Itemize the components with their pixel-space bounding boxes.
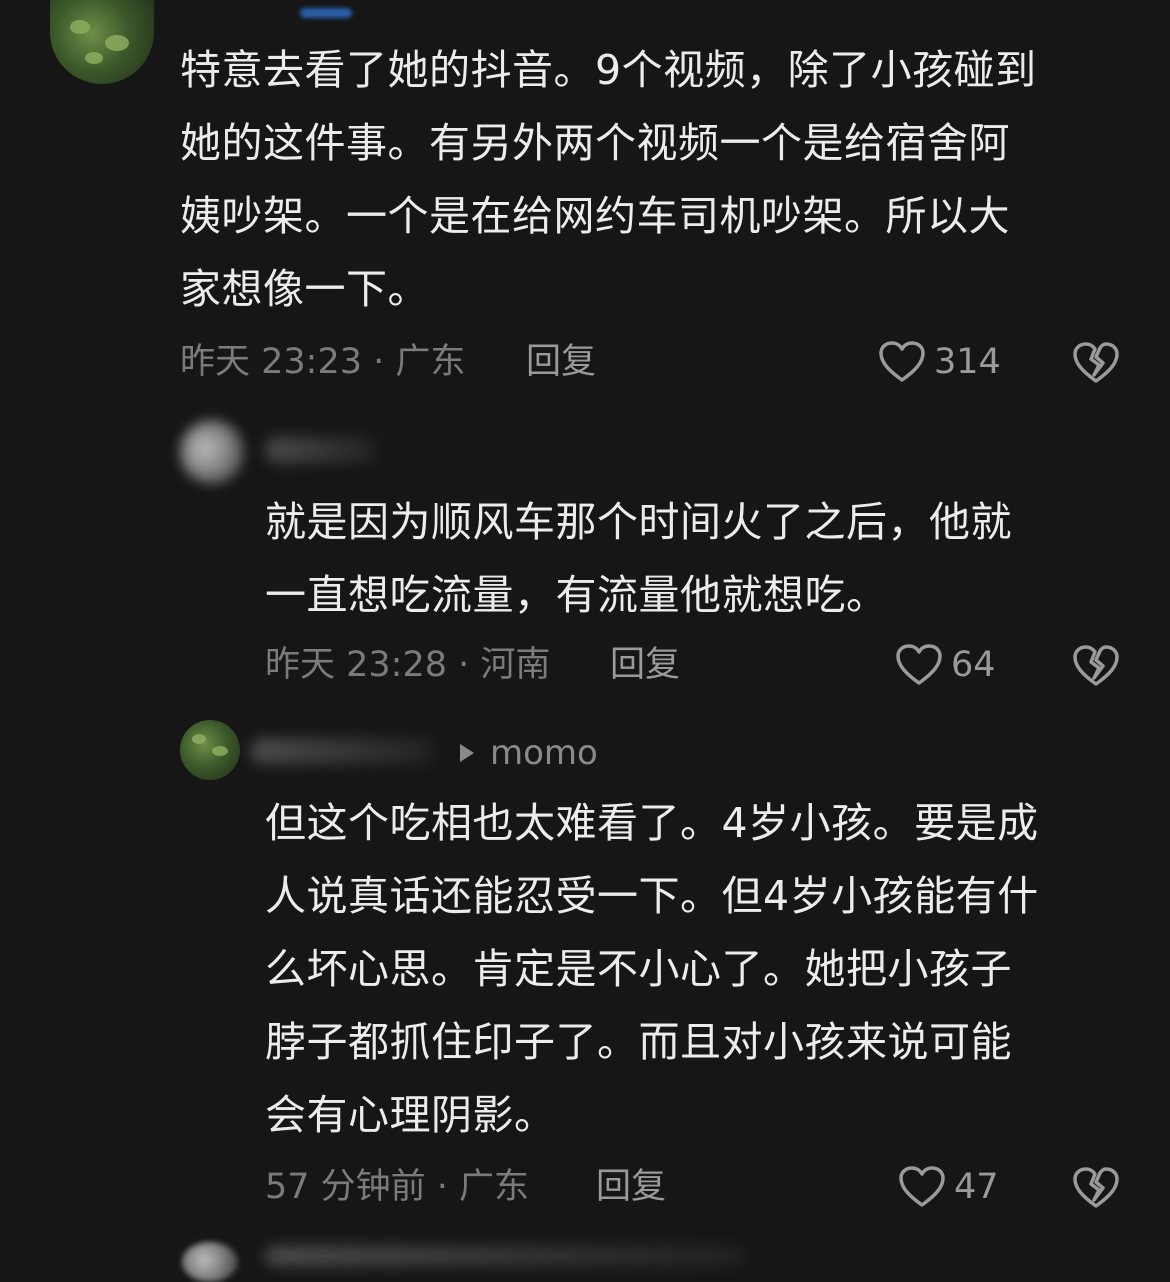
reply-button[interactable]: 回复 (596, 1165, 666, 1209)
reply-to-username[interactable]: momo (490, 731, 598, 775)
blurred-username[interactable] (250, 738, 435, 764)
avatar[interactable] (180, 420, 244, 484)
comment-text: 但这个吃相也太难看了。4岁小孩。要是成 人说真话还能忍受一下。但4岁小孩能有什 … (265, 799, 1039, 1139)
like-button[interactable]: 47 (898, 1165, 999, 1209)
comment-text: 就是因为顺风车那个时间火了之后，他就 一直想吃流量，有流量他就想吃。 (265, 498, 1012, 619)
comment-meta: 昨天 23:28 · 河南 (265, 645, 551, 685)
next-comment-avatar[interactable] (182, 1242, 238, 1282)
like-count: 314 (934, 342, 1001, 382)
broken-heart-icon[interactable] (1072, 339, 1120, 385)
like-count: 47 (954, 1167, 999, 1207)
like-button[interactable]: 64 (895, 643, 996, 687)
heart-outline-icon (899, 1166, 945, 1207)
reply-arrow-icon (460, 744, 474, 762)
blurred-username[interactable] (265, 437, 377, 463)
blurred-username-fragment (300, 8, 352, 18)
broken-heart-icon[interactable] (1072, 642, 1120, 688)
like-button[interactable]: 314 (878, 340, 1001, 384)
comment-meta: 57 分钟前 · 广东 (265, 1167, 530, 1207)
reply-button[interactable]: 回复 (610, 643, 680, 687)
broken-heart-icon[interactable] (1072, 1164, 1120, 1210)
heart-outline-icon (896, 644, 942, 685)
comment-meta: 昨天 23:23 · 广东 (180, 342, 466, 382)
avatar[interactable] (50, 0, 154, 84)
comment-text: 特意去看了她的抖音。9个视频，除了小孩碰到 她的这件事。有另外两个视频一个是给宿… (180, 46, 1037, 313)
reply-to: momo (460, 731, 598, 775)
reply-button[interactable]: 回复 (526, 340, 596, 384)
avatar[interactable] (180, 720, 240, 780)
heart-outline-icon (879, 341, 925, 382)
like-count: 64 (951, 645, 996, 685)
next-comment-username[interactable] (265, 1246, 745, 1266)
